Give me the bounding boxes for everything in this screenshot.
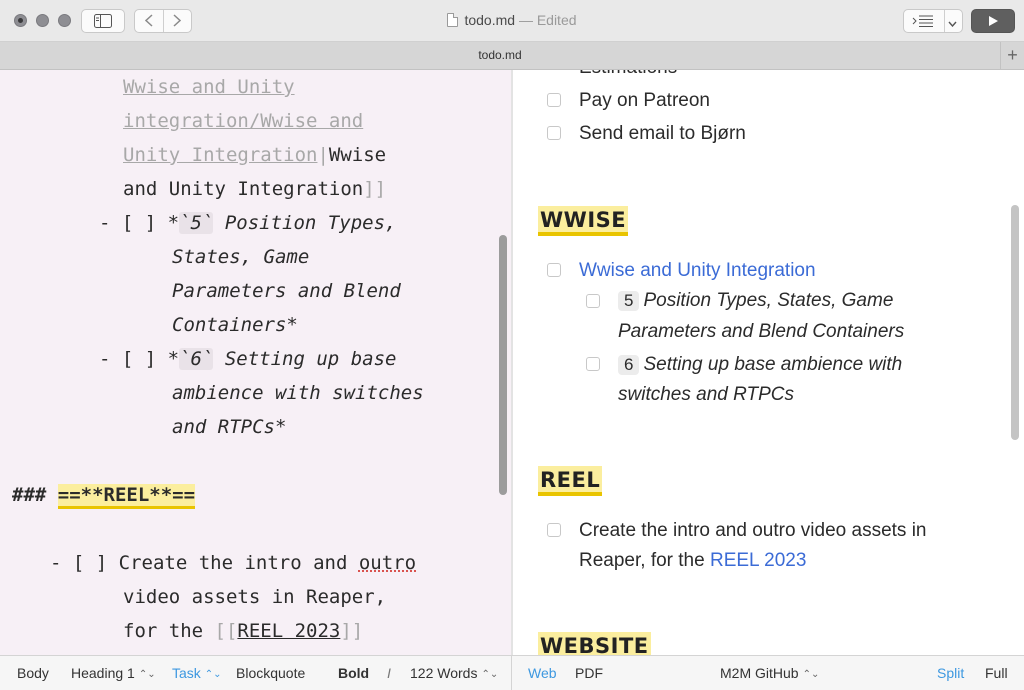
status-bar: Body Heading 1 ⌃⌄ Task ⌃⌄ Blockquote Bold … [0,655,1024,690]
edited-label: — Edited [518,12,577,28]
editor-task-line: - [ ] Create the intro and outro [50,552,417,574]
todo-item-text: Estimations [579,70,677,79]
tab-bar: todo.md + [0,42,1024,70]
window-title: todo.md — Edited [0,12,1024,28]
editor-scrollbar[interactable] [499,235,507,495]
editor-line: Wwise and Unity [123,76,295,98]
italic-button[interactable]: I [387,665,391,681]
section-heading-reel: REEL [538,466,603,496]
style-heading-select[interactable]: Heading 1 ⌃⌄ [71,665,156,681]
code-badge: 6 [618,355,640,375]
split-view-button[interactable]: Split [937,665,964,681]
up-down-icon: ⌃⌄ [481,669,499,680]
style-blockquote-button[interactable]: Blockquote [236,665,305,681]
todo-item-text: 6 Setting up base ambience with [618,354,902,376]
editor-line: integration/Wwise and [123,110,364,132]
title-bar: todo.md — Edited [0,0,1024,42]
todo-item-text: Pay on Patreon [579,90,710,111]
preview-scrollbar[interactable] [1011,205,1019,440]
style-task-select[interactable]: Task ⌃⌄ [172,665,222,681]
view-dropdown-button[interactable] [943,12,962,31]
todo-item-text: 5 Position Types, States, Game [618,290,893,312]
bold-button[interactable]: Bold [338,665,369,681]
todo-item-text: Reaper, for the REEL 2023 [579,550,807,571]
up-down-icon: ⌃⌄ [138,669,156,680]
theme-select[interactable]: M2M GitHub ⌃⌄ [720,665,819,681]
style-body-button[interactable]: Body [17,665,49,681]
editor-line: ambience with switches [172,382,424,404]
word-count-select[interactable]: 122 Words ⌃⌄ [410,665,498,681]
editor-line: for the [[REEL 2023]] [123,620,364,642]
task-checkbox[interactable] [547,126,561,140]
task-checkbox[interactable] [586,294,600,308]
up-down-icon: ⌃⌄ [802,669,820,680]
preview-pdf-tab[interactable]: PDF [575,665,603,681]
task-checkbox[interactable] [547,523,561,537]
wiki-link[interactable]: Wwise and Unity Integration [579,260,816,282]
preview-web-tab[interactable]: Web [528,665,557,681]
editor-line: Parameters and Blend [172,280,401,302]
list-indent-icon [912,15,934,27]
task-checkbox[interactable] [547,263,561,277]
editor-line: States, Game [172,246,310,268]
full-view-button[interactable]: Full [985,665,1008,681]
chevron-down-icon [948,21,957,27]
task-checkbox[interactable] [586,357,600,371]
tab-todo-md[interactable]: todo.md [0,48,1000,62]
editor-line: Containers* [172,314,298,336]
markdown-editor[interactable]: Wwise and Unity integration/Wwise and Un… [0,70,511,655]
preview-play-button[interactable] [971,9,1015,33]
new-tab-button[interactable]: + [1000,42,1024,69]
up-down-icon: ⌃⌄ [204,669,222,680]
todo-item-text: switches and RTPCs [618,384,794,405]
editor-line: and Unity Integration]] [123,178,387,200]
document-icon [447,13,459,27]
status-divider [511,656,512,690]
play-icon [988,16,998,26]
editor-line: video assets in Reaper, [123,586,387,608]
section-heading-website: WEBSITE [538,632,651,655]
task-checkbox[interactable] [547,93,561,107]
view-options-segment [903,9,963,33]
todo-item-text: Send email to Bjørn [579,123,746,144]
editor-task-line: - [ ] *`6` Setting up base [99,348,397,370]
view-mode-button[interactable] [904,12,943,31]
wiki-link[interactable]: REEL 2023 [710,550,806,571]
section-heading-wwise: WWISE [538,206,629,236]
todo-item-text: Create the intro and outro video assets … [579,520,927,541]
editor-heading-line: ### ==**REEL**== [12,478,196,512]
editor-line: and RTPCs* [172,416,287,438]
todo-item-text: Parameters and Blend Containers [618,321,905,342]
markdown-preview: Estimations Pay on Patreon Send email to… [513,70,1024,655]
editor-task-line: - [ ] *`5` Position Types, [99,212,397,234]
editor-line: Unity Integration|Wwise [123,144,387,166]
code-badge: 5 [618,291,640,311]
